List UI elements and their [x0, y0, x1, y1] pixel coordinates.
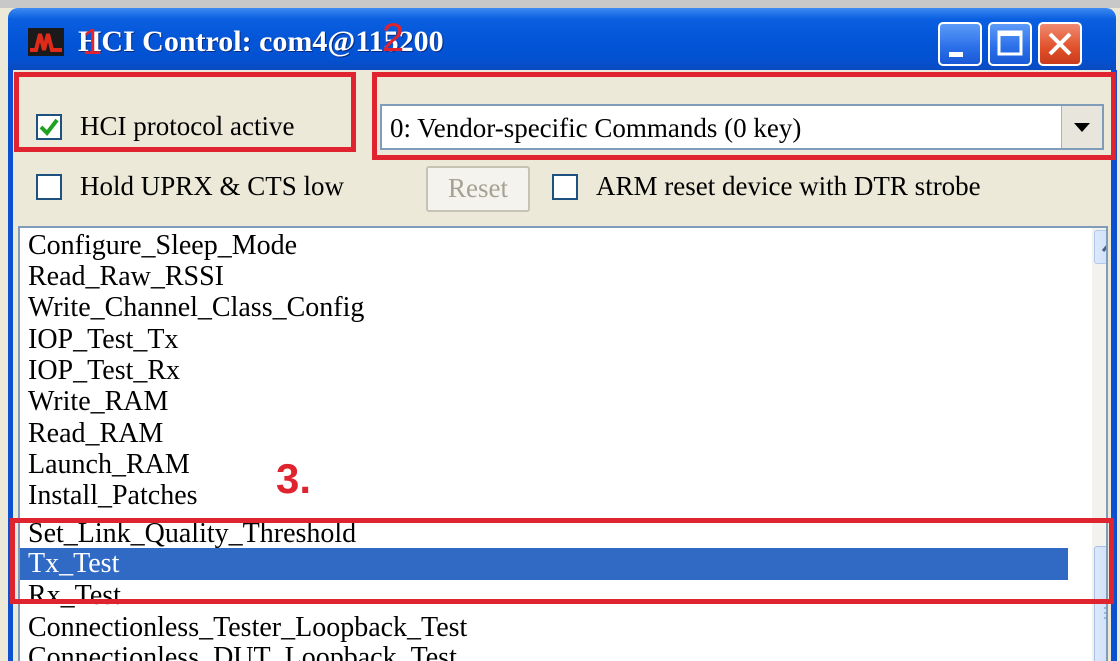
- maximize-icon: [997, 30, 1023, 56]
- annotation-number-1: 1: [82, 21, 103, 62]
- desktop-edge: [0, 0, 1120, 8]
- list-item[interactable]: Connectionless_DUT_Loopback_Test: [28, 642, 1068, 661]
- list-item[interactable]: Read_Raw_RSSI: [28, 261, 1068, 293]
- reset-button[interactable]: Reset: [426, 166, 530, 212]
- list-item[interactable]: Write_RAM: [28, 386, 1068, 418]
- minimize-button[interactable]: [938, 22, 982, 66]
- annotation-box-1: [14, 72, 356, 152]
- close-button[interactable]: [1038, 22, 1082, 66]
- chevron-up-icon: [1101, 245, 1106, 252]
- hold-uprx-checkbox[interactable]: [36, 174, 62, 200]
- list-item[interactable]: Connectionless_Tester_Loopback_Test: [28, 612, 1068, 644]
- hold-uprx-label[interactable]: Hold UPRX & CTS low: [80, 170, 344, 202]
- list-item[interactable]: Read_RAM: [28, 418, 1068, 450]
- minimize-icon: [949, 52, 963, 57]
- arm-reset-label[interactable]: ARM reset device with DTR strobe: [596, 170, 981, 202]
- scroll-up-button[interactable]: [1094, 230, 1106, 264]
- list-item[interactable]: Install_Patches: [28, 480, 1068, 512]
- annotation-box-2: [372, 72, 1116, 160]
- app-icon[interactable]: [28, 28, 64, 56]
- annotation-number-3: 3.: [276, 455, 312, 502]
- annotation-number-2: 2: [382, 16, 405, 60]
- close-icon: [1048, 32, 1072, 56]
- list-item[interactable]: Launch_RAM: [28, 449, 1068, 481]
- list-item[interactable]: IOP_Test_Rx: [28, 355, 1068, 387]
- annotation-box-3: [10, 518, 1114, 604]
- list-item[interactable]: IOP_Test_Tx: [28, 324, 1068, 356]
- maximize-button[interactable]: [988, 22, 1032, 66]
- list-item[interactable]: Configure_Sleep_Mode: [28, 230, 1068, 262]
- arm-reset-checkbox[interactable]: [552, 174, 578, 200]
- list-item[interactable]: Write_Channel_Class_Config: [28, 292, 1068, 324]
